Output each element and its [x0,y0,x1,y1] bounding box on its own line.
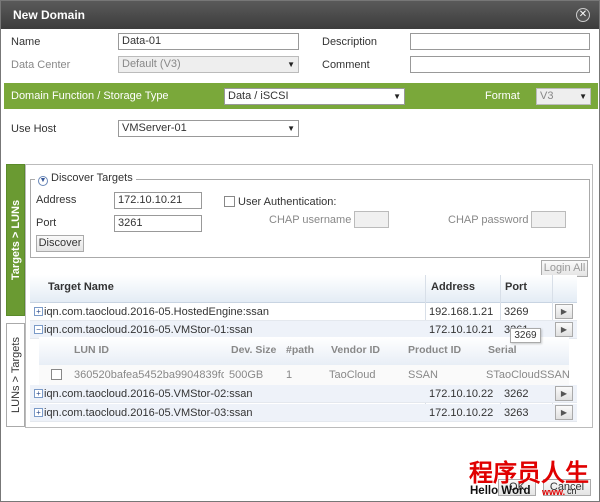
target-address: 172.10.10.22 [429,407,494,419]
target-name: iqn.com.taocloud.2016-05.VMStor-03:ssan [44,407,253,419]
domain-function-label: Domain Function / Storage Type [11,90,169,102]
tab-luns-targets[interactable]: LUNs > Targets [6,323,25,427]
lun-path: 1 [286,369,293,381]
target-address: 172.10.10.22 [429,388,494,400]
target-address: 192.168.1.21 [429,306,494,318]
target-port: 3269 [504,306,529,318]
port-label: Port [36,217,57,229]
table-row[interactable]: + iqn.com.taocloud.2016-05.VMStor-03:ssa… [30,404,577,422]
add-arrow-icon[interactable]: ▶ [555,304,573,319]
discover-button[interactable]: Discover [36,235,84,252]
expand-icon[interactable]: + [34,307,43,316]
col-lun-id: LUN ID [74,344,109,356]
lun-serial: STaoCloudSSAN [486,369,570,381]
table-row[interactable]: + iqn.com.taocloud.2016-05.VMStor-02:ssa… [30,385,577,403]
datacenter-label: Data Center [11,59,71,71]
comment-label: Comment [322,59,370,71]
description-label: Description [322,36,378,48]
format-value: V3 [540,90,554,102]
col-dev-size: Dev. Size [231,344,277,356]
dropdown-arrow-icon: ▼ [287,60,295,69]
target-port: 3263 [504,407,529,419]
add-arrow-icon[interactable]: ▶ [555,405,573,420]
target-name: iqn.com.taocloud.2016-05.VMStor-02:ssan [44,388,253,400]
watermark-suffix: cn [567,486,577,496]
name-label: Name [11,36,41,48]
description-input[interactable] [410,33,590,50]
expand-icon[interactable]: + [34,408,43,417]
table-row[interactable]: + iqn.com.taocloud.2016-05.HostedEngine:… [30,303,577,321]
format-select: V3 ▼ [536,88,591,105]
use-host-label: Use Host [11,123,57,135]
user-auth-label: User Authentication: [238,196,337,208]
port-input[interactable]: 3261 [114,215,202,232]
lun-table-header: LUN ID Dev. Size #path Vendor ID Product… [39,337,569,365]
dropdown-arrow-icon: ▼ [287,124,295,133]
target-name: iqn.com.taocloud.2016-05.VMStor-01:ssan [44,324,253,336]
discover-legend-text: Discover Targets [51,172,133,184]
dialog-title: New Domain [13,8,86,22]
lun-product: SSAN [408,369,438,381]
datacenter-value: Default (V3) [122,58,181,70]
target-name: iqn.com.taocloud.2016-05.HostedEngine:ss… [44,306,270,318]
col-path: #path [286,344,315,356]
lun-size: 500GB [229,369,264,381]
dropdown-arrow-icon: ▼ [579,92,587,101]
user-auth-checkbox[interactable] [224,196,235,207]
target-port: 3262 [504,388,529,400]
col-product-id: Product ID [408,344,462,356]
watermark-subtitle: Hello Word [470,485,531,497]
use-host-value: VMServer-01 [122,122,187,134]
col-port: Port [505,281,527,293]
watermark-site: www. [542,487,566,497]
domain-function-value: Data / iSCSI [228,90,289,102]
lun-checkbox[interactable] [51,369,62,380]
address-label: Address [36,194,77,206]
col-address: Address [431,281,476,293]
tab-targets-luns[interactable]: Targets > LUNs [6,164,25,316]
name-input[interactable]: Data-01 [118,33,299,50]
address-input[interactable]: 172.10.10.21 [114,192,202,209]
discover-targets-legend[interactable]: ▼ Discover Targets [35,172,136,186]
datacenter-select: Default (V3) ▼ [118,56,299,73]
dialog-titlebar: New Domain [1,1,599,29]
lun-id: 360520bafea5452ba9904839fdea [74,369,224,381]
format-label: Format [485,90,520,102]
chap-username-label: CHAP username [269,214,352,226]
col-target-name: Target Name [48,281,114,293]
col-serial: Serial [488,344,517,356]
chap-password-label: CHAP password [448,214,529,226]
col-vendor-id: Vendor ID [331,344,381,356]
expand-icon[interactable]: + [34,389,43,398]
chap-password-input [531,211,566,228]
target-address: 172.10.10.21 [429,324,494,336]
use-host-select[interactable]: VMServer-01 ▼ [118,120,299,137]
targets-table-header: Target Name Address Port [30,275,577,303]
collapse-icon[interactable]: − [34,325,43,334]
storage-type-bar: Domain Function / Storage Type Data / iS… [4,83,598,109]
domain-function-select[interactable]: Data / iSCSI ▼ [224,88,405,105]
lun-table: LUN ID Dev. Size #path Vendor ID Product… [39,337,570,385]
dropdown-arrow-icon: ▼ [393,92,401,101]
collapse-icon: ▼ [38,176,48,186]
close-icon[interactable]: ✕ [576,8,590,22]
port-tooltip: 3269 [510,328,541,343]
lun-row[interactable]: 360520bafea5452ba9904839fdea 500GB 1 Tao… [39,365,570,385]
add-arrow-icon[interactable]: ▶ [555,386,573,401]
new-domain-dialog: New Domain ✕ Name Data-01 Description Da… [0,0,600,502]
watermark: 程序员人生 Hello Word www. cn [467,453,599,501]
lun-vendor: TaoCloud [329,369,376,381]
comment-input[interactable] [410,56,590,73]
add-arrow-icon[interactable]: ▶ [555,322,573,337]
tab-targets-luns-label: Targets > LUNs [9,199,22,281]
chap-username-input [354,211,389,228]
watermark-title: 程序员人生 [469,458,589,487]
tab-luns-targets-label: LUNs > Targets [9,337,22,413]
